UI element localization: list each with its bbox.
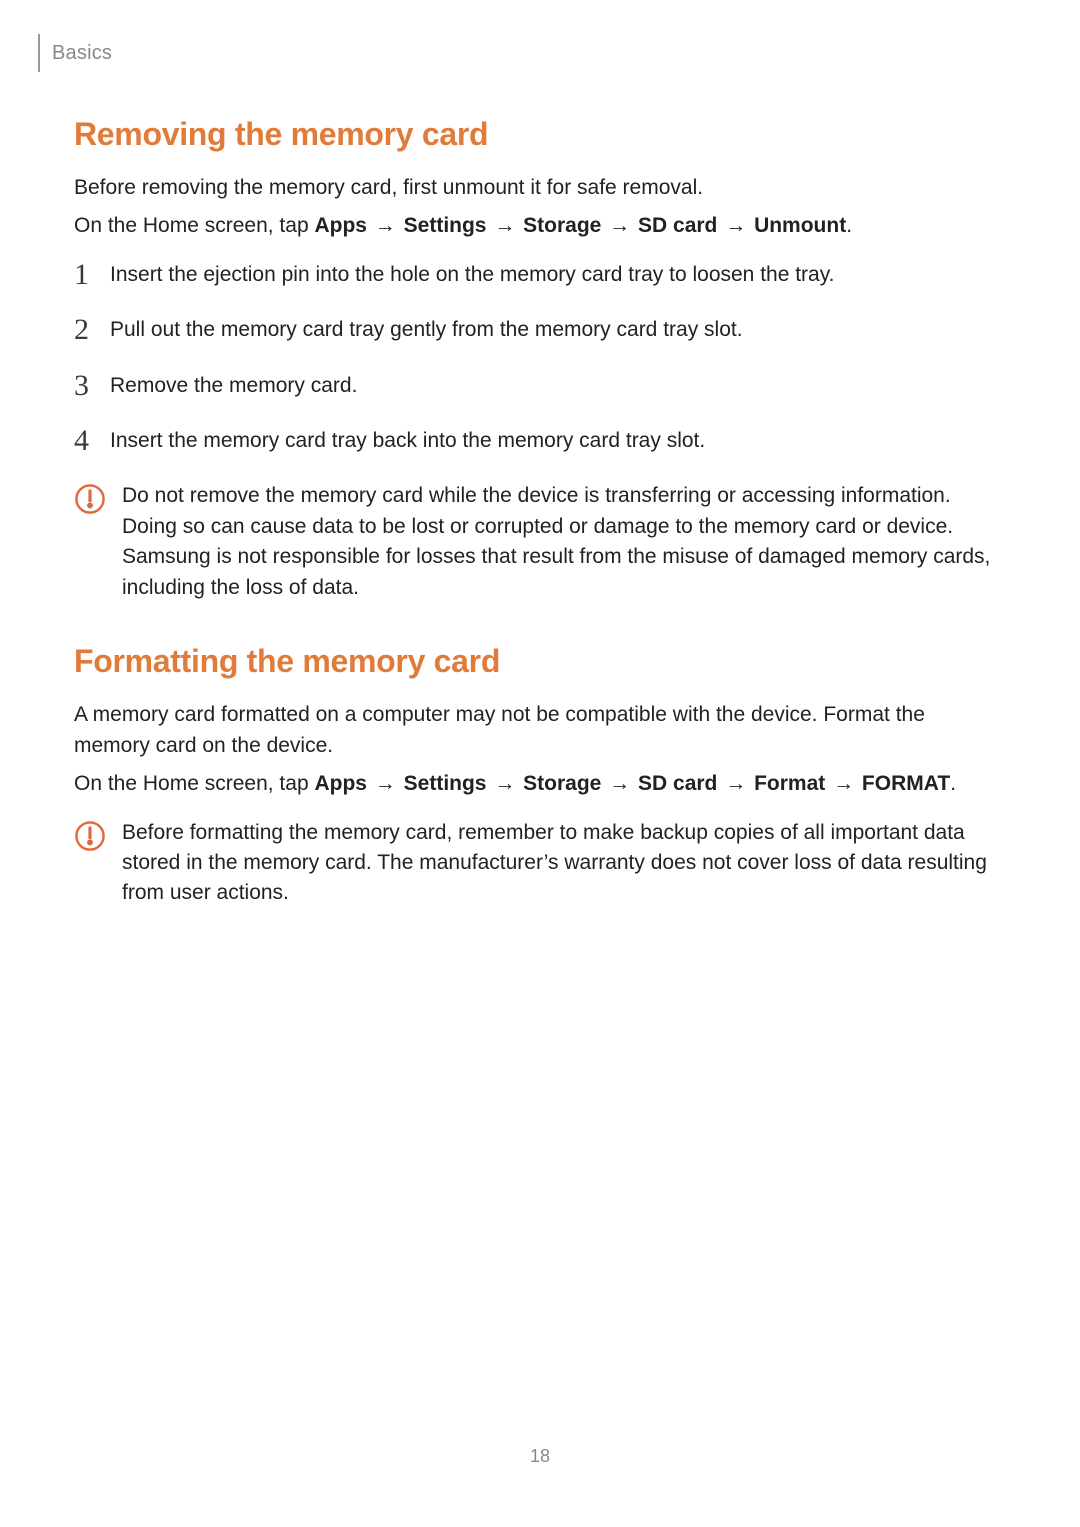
path-step: Settings xyxy=(404,214,487,237)
arrow-icon: → xyxy=(827,772,860,795)
removing-path: On the Home screen, tap Apps → Settings … xyxy=(74,211,1006,241)
step-item: Remove the memory card. xyxy=(74,371,1006,400)
formatting-caution-text: Before formatting the memory card, remem… xyxy=(122,818,1006,909)
step-item: Insert the memory card tray back into th… xyxy=(74,426,1006,455)
formatting-intro: A memory card formatted on a computer ma… xyxy=(74,700,1006,761)
path-step: Storage xyxy=(523,214,601,237)
path-step: SD card xyxy=(638,772,717,795)
path-step: Storage xyxy=(523,772,601,795)
path-step: Settings xyxy=(404,772,487,795)
arrow-icon: → xyxy=(369,772,402,795)
path-step: Apps xyxy=(314,214,367,237)
path-step: Format xyxy=(754,772,825,795)
arrow-icon: → xyxy=(369,214,402,237)
removing-caution-text: Do not remove the memory card while the … xyxy=(122,481,1006,603)
arrow-icon: → xyxy=(719,772,752,795)
formatting-caution-callout: Before formatting the memory card, remem… xyxy=(74,818,1006,909)
section-title-removing: Removing the memory card xyxy=(74,116,1006,153)
arrow-icon: → xyxy=(488,214,521,237)
caution-icon xyxy=(74,820,106,852)
section-title-formatting: Formatting the memory card xyxy=(74,643,1006,680)
arrow-icon: → xyxy=(488,772,521,795)
path-step: FORMAT xyxy=(862,772,950,795)
arrow-icon: → xyxy=(603,772,636,795)
path-step: Unmount xyxy=(754,214,846,237)
path-step: SD card xyxy=(638,214,717,237)
page-number: 18 xyxy=(0,1446,1080,1467)
removing-intro: Before removing the memory card, first u… xyxy=(74,173,1006,203)
header-section-tab: Basics xyxy=(38,34,1006,72)
arrow-icon: → xyxy=(719,214,752,237)
header-section-label: Basics xyxy=(52,42,112,65)
removing-caution-callout: Do not remove the memory card while the … xyxy=(74,481,1006,603)
caution-icon xyxy=(74,483,106,515)
step-item: Insert the ejection pin into the hole on… xyxy=(74,260,1006,289)
step-item: Pull out the memory card tray gently fro… xyxy=(74,315,1006,344)
path-step: Apps xyxy=(314,772,367,795)
formatting-path: On the Home screen, tap Apps → Settings … xyxy=(74,769,1006,799)
arrow-icon: → xyxy=(603,214,636,237)
removing-steps-list: Insert the ejection pin into the hole on… xyxy=(74,260,1006,456)
